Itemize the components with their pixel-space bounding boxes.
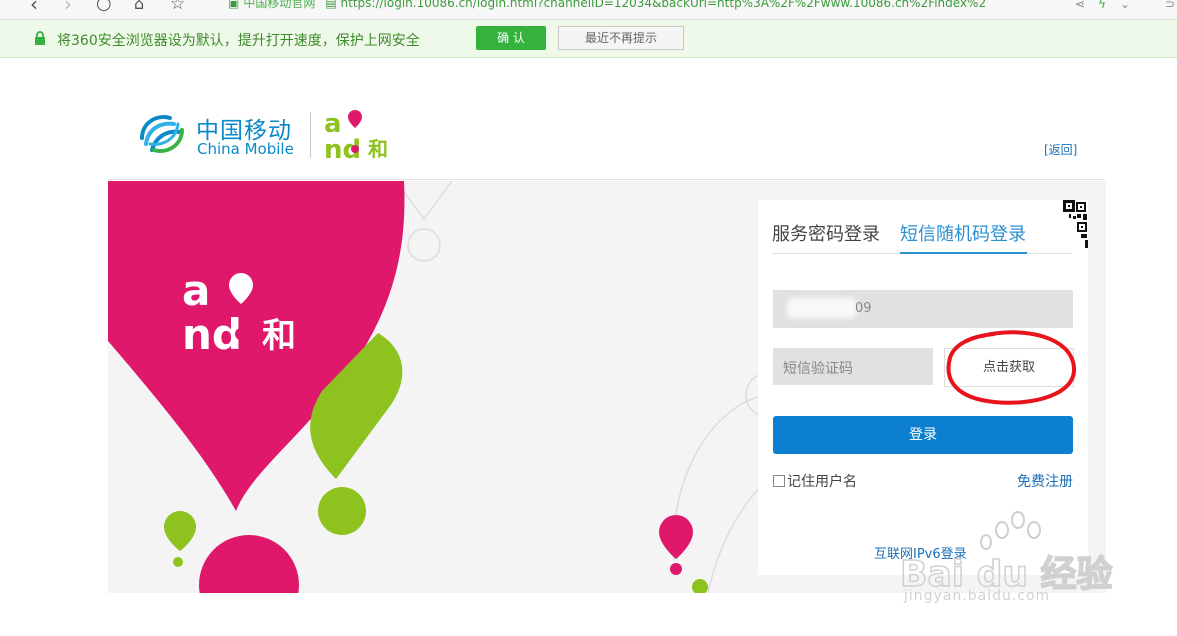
back-icon[interactable]: ‹ (30, 0, 38, 14)
browser-toolbar: ‹ › ○ ⌂ ☆ ▣ 中国移动官网 ▤ https://login.10086.c… (0, 0, 1177, 20)
svg-text:a: a (182, 266, 210, 315)
svg-text:nd: nd (182, 310, 242, 359)
sms-code-placeholder: 短信验证码 (783, 361, 853, 377)
lock-icon (35, 31, 45, 45)
default-browser-infobar: 将360安全浏览器设为默认，提升打开速度，保护上网安全 确 认 最近不再提示 (0, 20, 1177, 58)
menu-icon[interactable]: ⊃ (1165, 0, 1175, 11)
share-icon[interactable]: ⋖ (1075, 0, 1085, 11)
phone-number-value: 09 (855, 301, 872, 316)
header-divider (108, 179, 1106, 180)
dismiss-button[interactable]: 最近不再提示 (558, 26, 684, 50)
qr-code-icon[interactable] (1033, 200, 1088, 255)
lightning-icon[interactable]: ϟ (1098, 0, 1106, 11)
svg-text:和: 和 (368, 137, 388, 161)
tab-service-password-login[interactable]: 服务密码登录 (772, 220, 880, 246)
confirm-button[interactable]: 确 认 (476, 26, 546, 50)
red-annotation-circle (946, 330, 1077, 405)
favorite-star-icon[interactable]: ☆ (170, 0, 185, 14)
page-icon: ▤ (325, 0, 337, 10)
forward-icon[interactable]: › (64, 0, 72, 14)
address-bar[interactable]: ▣ 中国移动官网 ▤ https://login.10086.cn/login.ht… (228, 0, 1098, 14)
watermark-site: jingyan.baidu.com (904, 588, 1051, 604)
remember-username[interactable]: 记住用户名 (773, 471, 857, 491)
brand-english-name: China Mobile (197, 140, 294, 158)
infobar-message: 将360安全浏览器设为默认，提升打开速度，保护上网安全 (57, 33, 420, 49)
login-submit-button[interactable]: 登录 (773, 416, 1073, 454)
active-tab-indicator (900, 252, 1027, 254)
svg-text:和: 和 (262, 316, 296, 356)
phone-number-input[interactable]: 09 (773, 290, 1073, 328)
home-icon[interactable]: ⌂ (134, 0, 144, 14)
phone-redaction (787, 298, 857, 318)
tab-sms-code-login[interactable]: 短信随机码登录 (900, 220, 1026, 246)
sms-code-input[interactable]: 短信验证码 (773, 348, 933, 385)
back-link[interactable]: [返回] (1044, 141, 1077, 158)
certificate-icon: ▣ (228, 0, 240, 10)
remember-username-label: 记住用户名 (787, 474, 857, 490)
remember-checkbox[interactable] (773, 475, 785, 487)
chevron-down-icon[interactable]: ⌄ (1120, 0, 1130, 11)
site-name: 中国移动官网 (243, 0, 316, 10)
url-text: https://login.10086.cn/login.html?channe… (340, 0, 987, 10)
brand-divider (310, 112, 311, 158)
and-he-logo: a nd 和 (324, 109, 388, 162)
free-register-link[interactable]: 免费注册 (1017, 471, 1073, 491)
china-mobile-logo (140, 115, 184, 153)
refresh-icon[interactable]: ○ (96, 0, 112, 14)
